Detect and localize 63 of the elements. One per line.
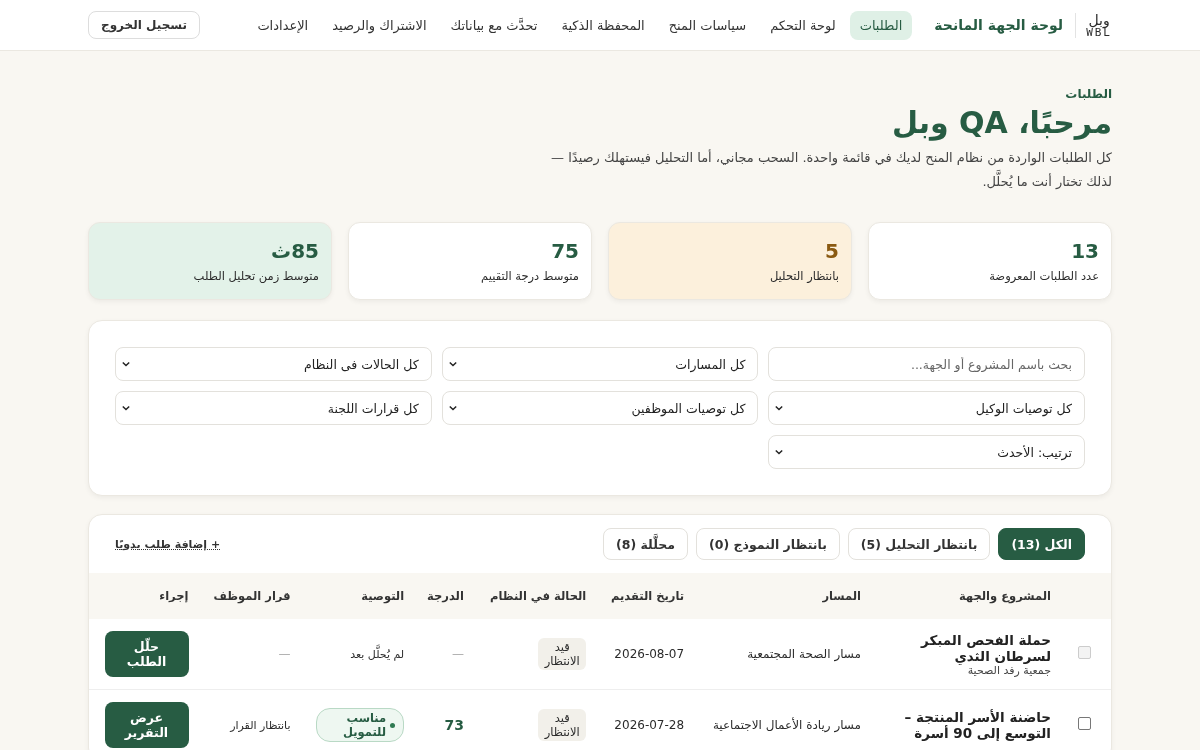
score-value: 73 xyxy=(444,717,464,733)
decision-text: بانتظار القرار xyxy=(230,719,291,732)
table-cell: مسار الصحة المجتمعية xyxy=(747,647,861,661)
search-field[interactable]: بحث باسم المشروع أو الجهة... xyxy=(768,347,1085,381)
page-description: كل الطلبات الواردة من نظام المنح لديك في قائمة واحدة. السحب مجاني، أما التحليل فيستهلك رصيدًا — لذلك تختار أنت ما يُحلَّل. xyxy=(550,148,1112,191)
dropdown[interactable]: كل قرارات اللجنة xyxy=(115,391,432,425)
project-name: حاضنة الأسر المنتجة – التوسع إلى 90 أسرة xyxy=(903,709,1051,741)
dropdown[interactable]: ترتيب: الأحدث xyxy=(768,435,1085,469)
stat-value: 5 xyxy=(824,239,839,263)
nav-link[interactable]: المحفظة الذكية xyxy=(551,10,655,40)
stat-value: 85ث xyxy=(270,239,319,263)
dropdown[interactable]: كل توصيات الموظفين xyxy=(441,391,759,425)
recommendation-badge: مناسب للتمويل xyxy=(316,708,405,742)
column-header: قرار الموظف xyxy=(198,573,301,619)
column-header: الدرجة xyxy=(414,573,474,619)
nav-link[interactable]: الطلبات xyxy=(849,10,913,40)
stat-label: متوسط درجة التقييم xyxy=(480,269,579,283)
score-value: — xyxy=(451,647,464,661)
status-dot xyxy=(390,722,396,728)
column-header: تاريخ التقديم xyxy=(596,573,695,619)
dropdown[interactable]: كل المسارات xyxy=(441,347,759,381)
breadcrumb: الطلبات xyxy=(1064,87,1112,101)
column-header: التوصية xyxy=(300,573,415,619)
table-cell: مسار ريادة الأعمال الاجتماعية xyxy=(712,718,861,732)
stat-label: عدد الطلبات المعروضة xyxy=(988,269,1099,283)
stat-value: 75 xyxy=(550,239,579,263)
add-request-link[interactable]: + إضافة طلب يدويًا xyxy=(115,537,221,551)
chevron-down-icon xyxy=(448,361,457,367)
status-badge: قيد الانتظار xyxy=(538,638,587,670)
chevron-down-icon xyxy=(775,405,784,411)
nav-link[interactable]: تحدَّث مع بياناتك xyxy=(440,10,548,40)
stat-label: بانتظار التحليل xyxy=(768,269,839,283)
table-cell: 2026-08-07 xyxy=(614,647,685,661)
dropdown[interactable]: كل الحالات فى النظام xyxy=(115,347,432,381)
dropdown[interactable]: كل توصيات الوكيل xyxy=(768,391,1085,425)
nav-link[interactable]: لوحة التحكم xyxy=(760,10,846,40)
chevron-down-icon xyxy=(775,449,784,455)
decision-text: — xyxy=(278,647,291,661)
filter-tab[interactable]: بانتظار النموذج (0) xyxy=(696,528,840,560)
portal-title: لوحة الجهة المانحة xyxy=(934,17,1064,33)
chevron-down-icon xyxy=(448,405,457,411)
column-header: المشروع والجهة xyxy=(871,573,1061,619)
page-title: مرحبًا، QA وبل xyxy=(890,105,1112,140)
chevron-down-icon xyxy=(122,405,130,411)
logout-button[interactable]: تسجيل الخروج xyxy=(88,11,200,39)
filter-tab[interactable]: بانتظار التحليل (5) xyxy=(847,528,991,560)
column-header: المسار xyxy=(694,573,871,619)
action-button[interactable]: عرض التقرير xyxy=(104,702,189,748)
organization-name: جمعية رفد الصحية xyxy=(967,663,1051,677)
project-name: حملة الفحص المبكر لسرطان الثدي xyxy=(919,631,1051,664)
row-checkbox[interactable] xyxy=(1078,717,1091,730)
nav-link[interactable]: الإعدادات xyxy=(247,10,319,40)
filter-tab[interactable]: الكل (13) xyxy=(998,528,1085,560)
stat-value: 13 xyxy=(1070,239,1099,263)
column-header: الحالة في النظام xyxy=(473,573,597,619)
chevron-down-icon xyxy=(122,361,130,367)
table-cell: 2026-07-28 xyxy=(614,718,685,732)
nav-link[interactable]: سياسات المنح xyxy=(658,10,757,40)
nav-link[interactable]: الاشتراك والرصيد xyxy=(322,10,437,40)
filter-tab[interactable]: محلَّلة (8) xyxy=(603,528,689,560)
status-badge: قيد الانتظار xyxy=(538,709,587,741)
stat-label: متوسط زمن تحليل الطلب xyxy=(192,269,319,283)
column-header: إجراء xyxy=(89,573,199,619)
